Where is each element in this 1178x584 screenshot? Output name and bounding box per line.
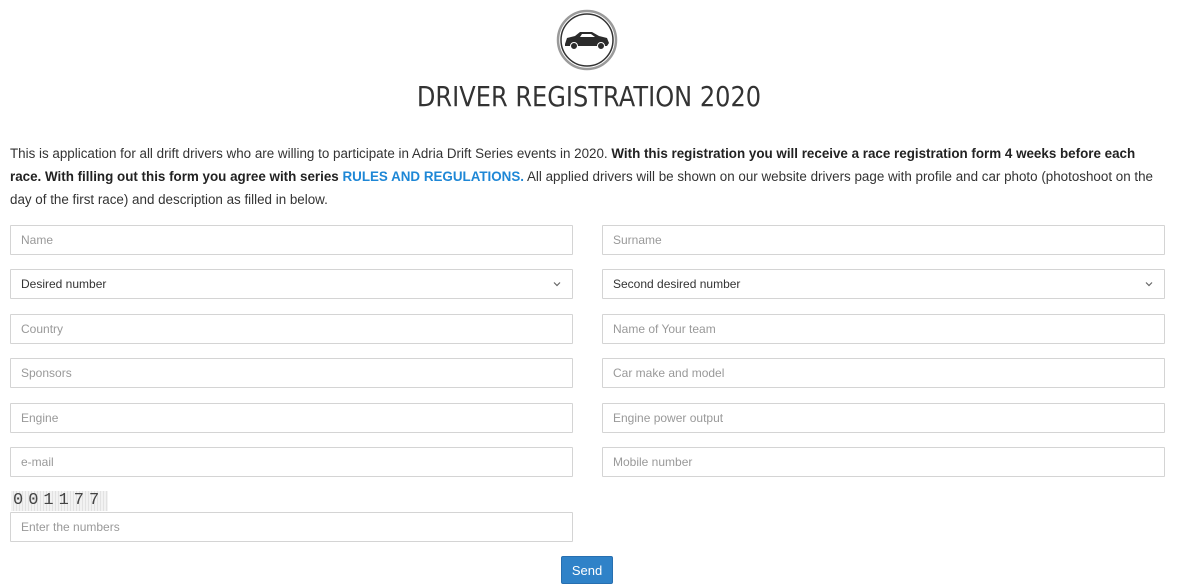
mobile-number-input[interactable] [602, 447, 1165, 477]
engine-power-input[interactable] [602, 403, 1165, 433]
intro-text: This is application for all drift driver… [10, 142, 1168, 211]
surname-input[interactable] [602, 225, 1165, 255]
send-button[interactable]: Send [561, 556, 613, 584]
name-input[interactable] [10, 225, 573, 255]
chevron-down-icon [553, 282, 561, 287]
page-title: DRIVER REGISTRATION 2020 [416, 80, 762, 113]
captcha-input[interactable] [10, 512, 573, 542]
second-desired-number-value: Second desired number [613, 277, 741, 291]
engine-input[interactable] [10, 403, 573, 433]
rules-link[interactable]: RULES AND REGULATIONS. [342, 169, 524, 184]
race-car-icon [556, 9, 618, 71]
country-input[interactable] [10, 314, 573, 344]
intro-text-1: This is application for all drift driver… [10, 146, 612, 161]
desired-number-select[interactable]: Desired number [10, 269, 573, 299]
captcha-image: 001177 [11, 491, 109, 511]
sponsors-input[interactable] [10, 358, 573, 388]
chevron-down-icon [1145, 282, 1153, 287]
team-name-input[interactable] [602, 314, 1165, 344]
email-field[interactable] [10, 447, 573, 477]
second-desired-number-select[interactable]: Second desired number [602, 269, 1165, 299]
car-model-input[interactable] [602, 358, 1165, 388]
desired-number-value: Desired number [21, 277, 107, 291]
